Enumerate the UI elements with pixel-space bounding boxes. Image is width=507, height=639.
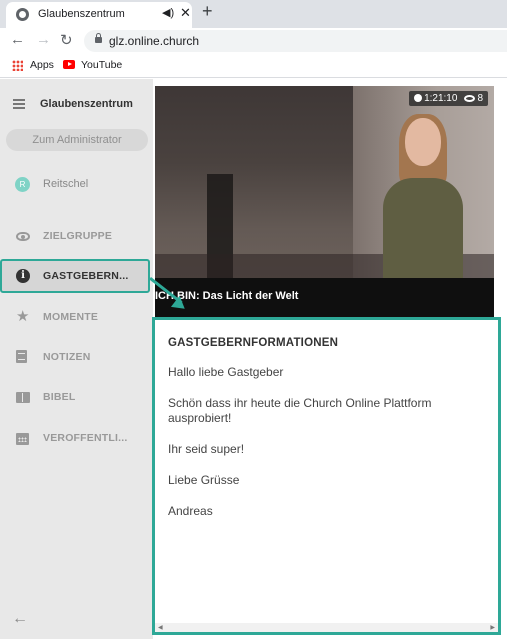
close-icon[interactable]: ✕ [180, 5, 191, 21]
globe-icon [16, 8, 29, 21]
host-info-paragraph: Hallo liebe Gastgeber [168, 365, 284, 379]
sidebar-item-notizen[interactable]: NOTIZEN [0, 337, 153, 377]
bookmark-apps[interactable]: Apps [30, 59, 54, 71]
tab-strip: Glaubenszentrum ◀) ✕ + [0, 0, 507, 28]
reload-icon[interactable]: ↻ [60, 31, 73, 49]
sidebar-item-label: NOTIZEN [43, 351, 91, 363]
sidebar-item-label: VEROFFENTLI... [43, 432, 128, 444]
eye-icon [16, 232, 30, 241]
horizontal-scrollbar[interactable]: ◀ ▶ [155, 623, 498, 632]
host-info-paragraph: Schön dass ihr heute die Church Online P… [168, 396, 432, 425]
calendar-icon [16, 433, 29, 445]
collapse-sidebar-icon[interactable]: ← [12, 610, 28, 628]
video-title: ICH BIN: Das Licht der Welt [155, 290, 299, 302]
clock-icon [414, 94, 423, 102]
sidebar-item-zielgruppe[interactable]: ZIELGRUPPE [0, 216, 153, 256]
sidebar-item-bibel[interactable]: BIBEL [0, 377, 153, 417]
browser-window: Glaubenszentrum ◀) ✕ + ← → ↻ glz.online.… [0, 0, 507, 639]
scroll-right-icon[interactable]: ▶ [490, 624, 495, 631]
admin-button[interactable]: Zum Administrator [6, 129, 148, 151]
browser-toolbar: ← → ↻ glz.online.church [0, 28, 507, 54]
new-tab-button[interactable]: + [202, 1, 213, 22]
church-online-app: Glaubenszentrum Zum Administrator R Reit… [0, 79, 507, 639]
apps-grid-icon[interactable] [12, 60, 23, 71]
lock-icon [95, 33, 102, 43]
video-stats-badge: 1:21:10 8 [409, 91, 488, 106]
sidebar-item-label: ZIELGRUPPE [43, 230, 113, 242]
avatar[interactable]: R [15, 177, 30, 192]
address-bar[interactable]: glz.online.church [84, 30, 507, 52]
viewer-count: 8 [477, 93, 483, 104]
menu-icon[interactable] [13, 99, 25, 109]
sidebar-item-momente[interactable]: ★ MOMENTE [0, 297, 153, 337]
tab-title: Glaubenszentrum [38, 8, 125, 20]
sidebar-item-label: MOMENTE [43, 311, 99, 323]
bookmarks-bar: Apps YouTube [0, 54, 507, 78]
youtube-icon[interactable] [63, 60, 75, 69]
host-info-paragraph: Ihr seid super! [168, 442, 245, 456]
bookmark-youtube[interactable]: YouTube [81, 59, 122, 71]
speaker-icon[interactable]: ◀) [162, 6, 174, 19]
host-info-panel: GASTGEBERNFORMATIONEN Hallo liebe Gastge… [152, 317, 501, 635]
speaker-body [383, 178, 463, 278]
forward-icon[interactable]: → [36, 31, 51, 48]
viewers-icon [464, 95, 476, 102]
speaker-head [405, 118, 441, 166]
browser-tab[interactable]: Glaubenszentrum ◀) ✕ [6, 2, 192, 28]
url-text[interactable]: glz.online.church [109, 34, 199, 48]
star-icon: ★ [16, 308, 30, 325]
video-duration: 1:21:10 [424, 93, 458, 104]
sidebar: Glaubenszentrum Zum Administrator R Reit… [0, 79, 153, 639]
bible-icon [16, 392, 30, 403]
scroll-left-icon[interactable]: ◀ [158, 624, 163, 631]
info-icon: i [16, 269, 30, 283]
host-info-heading: GASTGEBERNFORMATIONEN [168, 337, 339, 349]
notes-icon [16, 350, 27, 363]
back-icon[interactable]: ← [10, 31, 25, 48]
sidebar-item-veroffentlichen[interactable]: VEROFFENTLI... [0, 418, 153, 458]
video-frame[interactable]: 1:21:10 8 [155, 86, 494, 278]
sidebar-item-gastgeber[interactable]: i GASTGEBERN... [0, 259, 150, 293]
user-name[interactable]: Reitschel [43, 178, 88, 190]
host-info-paragraph: Liebe Grüsse [168, 473, 240, 487]
host-info-paragraph: Andreas [168, 504, 213, 518]
sidebar-item-label: BIBEL [43, 391, 76, 403]
church-name: Glaubenszentrum [40, 98, 133, 110]
video-player[interactable]: 1:21:10 8 ICH BIN: Das Licht der Welt [155, 86, 494, 318]
sidebar-item-label: GASTGEBERN... [43, 270, 129, 282]
